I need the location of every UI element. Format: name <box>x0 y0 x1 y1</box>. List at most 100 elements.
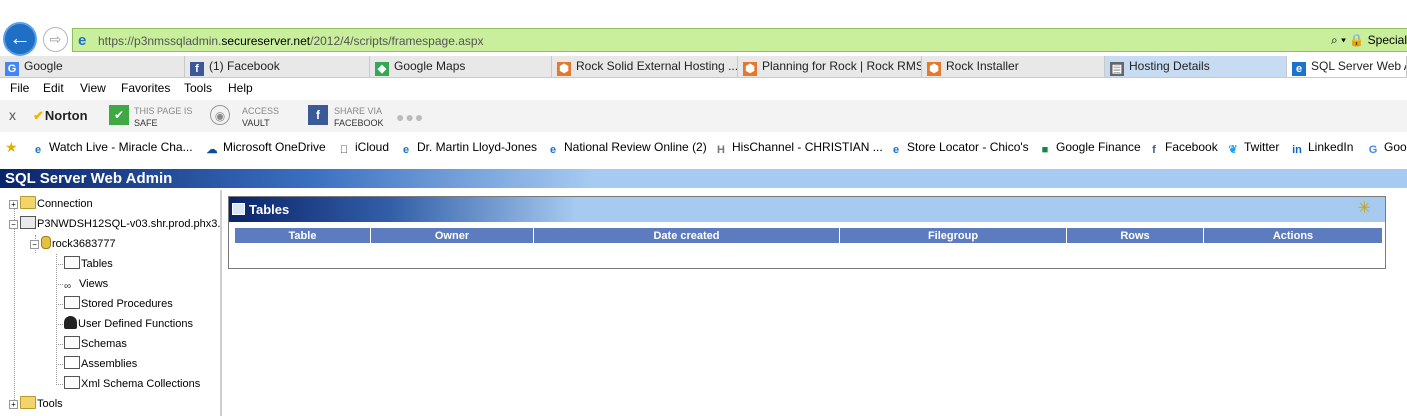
expand-icon[interactable]: + <box>9 400 18 409</box>
tree-item-tools[interactable]: + Tools <box>9 395 63 413</box>
grid-header-row: Table Owner Date created Filegroup Rows … <box>234 227 1383 244</box>
menu-edit[interactable]: Edit <box>43 81 64 95</box>
favorite-item[interactable]: ❦ Twitter <box>1226 140 1279 157</box>
favorite-item[interactable]: e Watch Live - Miracle Cha... <box>31 140 193 157</box>
favorite-item[interactable]: f Facebook <box>1147 140 1218 157</box>
favorite-icon:  <box>337 143 351 157</box>
tab-2[interactable]: f (1) Facebook <box>185 56 370 77</box>
favorite-label: Facebook <box>1165 140 1218 154</box>
favorite-icon: e <box>892 144 900 156</box>
favorite-item[interactable]: ■ Google Finance <box>1038 140 1141 157</box>
norton-share-label[interactable]: SHARE VIA FACEBOOK <box>334 105 384 129</box>
tab-label: SQL Server Web A <box>1311 59 1407 73</box>
favorite-item[interactable]: G Goog <box>1366 140 1407 157</box>
tree-item-database[interactable]: − rock3683777 <box>30 235 116 253</box>
tree-item-assemblies[interactable]: Assemblies <box>64 355 137 373</box>
favorite-item[interactable]:  iCloud <box>337 140 389 157</box>
favorite-label: Store Locator - Chico's <box>907 140 1029 154</box>
forward-button[interactable]: ⇨ <box>43 27 68 52</box>
column-header-owner[interactable]: Owner <box>370 227 534 244</box>
tab-6[interactable]: ⬢ Rock Installer <box>922 56 1105 77</box>
tree-item-xml-schema-collections[interactable]: Xml Schema Collections <box>64 375 200 393</box>
favorite-label: National Review Online (2) <box>564 140 707 154</box>
favorite-label: Watch Live - Miracle Cha... <box>49 140 193 154</box>
favorite-item[interactable]: e Dr. Martin Lloyd-Jones <box>399 140 537 157</box>
favorite-icon: e <box>402 144 410 156</box>
column-header-rows[interactable]: Rows <box>1066 227 1204 244</box>
panel-header: Tables ✳ <box>229 197 1385 222</box>
tab-7[interactable]: ▤ Hosting Details <box>1105 56 1287 77</box>
function-icon <box>64 316 77 329</box>
tree-item-stored-procedures[interactable]: Stored Procedures <box>64 295 173 313</box>
app-header: SQL Server Web Admin <box>0 169 1407 188</box>
menu-favorites[interactable]: Favorites <box>121 81 170 95</box>
tree-item-schemas[interactable]: Schemas <box>64 335 127 353</box>
favorite-icon: ❦ <box>1228 144 1238 156</box>
tab-favicon-icon: ⬢ <box>927 62 941 76</box>
app-title: SQL Server Web Admin <box>5 170 173 187</box>
menu-view[interactable]: View <box>80 81 106 95</box>
menu-help[interactable]: Help <box>228 81 253 95</box>
tab-favicon-icon: e <box>1292 62 1306 76</box>
favorite-item[interactable]: e Store Locator - Chico's <box>889 140 1029 157</box>
expand-icon[interactable]: + <box>9 200 18 209</box>
favorite-label: LinkedIn <box>1308 140 1354 154</box>
menu-bar: File Edit View Favorites Tools Help <box>0 79 1407 99</box>
norton-safe-label[interactable]: THIS PAGE IS SAFE <box>134 105 192 129</box>
favorite-label: Dr. Martin Lloyd-Jones <box>417 140 538 154</box>
collapse-icon[interactable]: − <box>30 240 39 249</box>
favorite-icon: e <box>549 144 557 156</box>
norton-logo[interactable]: ✔Norton <box>33 108 88 124</box>
favorite-item[interactable]: ☁ Microsoft OneDrive <box>205 140 326 157</box>
tab-strip: G Google f (1) Facebook ◆ Google Maps ⬢ Rock So… <box>0 56 1407 78</box>
tree-item-connection[interactable]: + Connection <box>9 195 93 213</box>
url-input[interactable]: e https://p3nmssqladmin.secureserver.net… <box>72 28 1407 52</box>
tab-label: (1) Facebook <box>209 59 280 73</box>
favorite-item[interactable]: in LinkedIn <box>1290 140 1353 157</box>
tab-favicon-icon: f <box>190 62 204 76</box>
folder-icon <box>20 196 36 209</box>
panel-title: Tables <box>249 202 290 217</box>
folder-icon <box>20 396 36 409</box>
favorites-star-icon[interactable]: ★ <box>5 139 18 156</box>
more-options-icon[interactable]: ●●● <box>396 109 424 125</box>
tab-label: Rock Solid External Hosting ... <box>576 59 738 73</box>
tab-5[interactable]: ⬢ Planning for Rock | Rock RMS <box>738 56 922 77</box>
favorite-item[interactable]: e National Review Online (2) <box>546 140 707 157</box>
tab-1[interactable]: G Google <box>0 56 185 77</box>
tab-4[interactable]: ⬢ Rock Solid External Hosting ... <box>552 56 738 77</box>
favorite-icon: H <box>717 144 725 156</box>
collapse-icon[interactable]: − <box>9 220 18 229</box>
favorite-icon: in <box>1292 144 1302 156</box>
tree-item-server[interactable]: − P3NWDSH12SQL-v03.shr.prod.phx3.se <box>9 215 220 233</box>
menu-file[interactable]: File <box>10 81 29 95</box>
new-item-star-icon[interactable]: ✳ <box>1358 201 1371 217</box>
server-icon <box>20 216 36 229</box>
favorites-bar: ★ e Watch Live - Miracle Cha... ☁ Microsoft… <box>0 136 1407 160</box>
norton-check-icon: ✔ <box>33 108 44 123</box>
close-icon[interactable]: x <box>9 107 16 123</box>
tree-item-user-defined-functions[interactable]: User Defined Functions <box>64 315 193 333</box>
favorite-item[interactable]: H HisChannel - CHRISTIAN ... <box>714 140 883 157</box>
url-text[interactable]: https://p3nmssqladmin.secureserver.net/2… <box>98 34 484 48</box>
tab-3[interactable]: ◆ Google Maps <box>370 56 552 77</box>
search-and-security-indicator[interactable]: ⌕ ▾ 🔒 Special <box>1331 33 1407 48</box>
forward-arrow-icon: ⇨ <box>49 31 62 47</box>
column-header-table[interactable]: Table <box>234 227 371 244</box>
tab-8[interactable]: e SQL Server Web A <box>1287 56 1407 77</box>
tree-item-views[interactable]: ∞ Views <box>64 275 108 293</box>
back-button[interactable]: ← <box>3 22 37 56</box>
menu-tools[interactable]: Tools <box>184 81 212 95</box>
column-header-actions[interactable]: Actions <box>1203 227 1383 244</box>
favorite-icon: e <box>34 144 42 156</box>
column-header-filegroup[interactable]: Filegroup <box>839 227 1067 244</box>
norton-vault-label[interactable]: ACCESS VAULT <box>242 105 279 129</box>
facebook-icon: f <box>308 105 328 125</box>
favorite-label: Microsoft OneDrive <box>223 140 326 154</box>
vault-icon: ◉ <box>210 105 230 125</box>
tree-item-tables[interactable]: Tables <box>64 255 113 273</box>
favorite-label: iCloud <box>355 140 390 155</box>
assembly-icon <box>64 356 80 369</box>
address-bar-row: ← ⇨ e https://p3nmssqladmin.secureserver… <box>0 0 1407 56</box>
column-header-date-created[interactable]: Date created <box>533 227 840 244</box>
